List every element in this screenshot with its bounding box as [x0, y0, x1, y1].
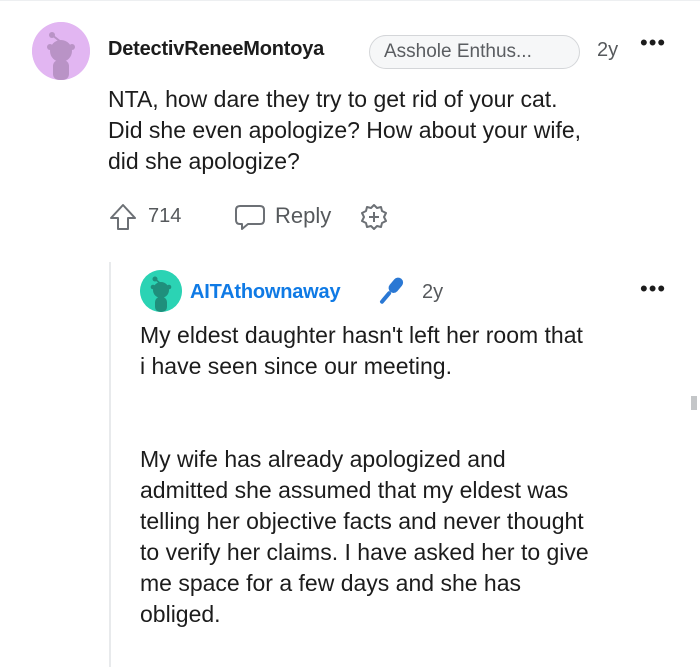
comment-body-line: Did she even apologize? How about your w… — [108, 117, 582, 143]
comment-body-line: NTA, how dare they try to get rid of you… — [108, 86, 558, 112]
reply-body-line: admitted she assumed that my eldest was — [140, 477, 569, 503]
user-flair-badge: Asshole Enthus... — [369, 35, 580, 69]
more-options-icon[interactable]: ••• — [640, 276, 666, 302]
comment-body: NTA, how dare they try to get rid of you… — [108, 84, 688, 177]
reply-body-line: i have seen since our meeting. — [140, 353, 452, 379]
reddit-snoo-avatar-icon[interactable] — [140, 270, 182, 312]
comment-author[interactable]: DetectivReneeMontoya — [108, 38, 324, 61]
upvote-arrow-icon[interactable] — [108, 202, 138, 232]
comment-age: 2y — [597, 39, 619, 61]
reply-body-line: My eldest daughter hasn't left her room … — [140, 322, 583, 348]
reply-body-line: telling her objective facts and never th… — [140, 508, 584, 534]
speech-bubble-icon[interactable] — [234, 203, 266, 231]
reply-body-line: to verify her claims. I have asked her t… — [140, 539, 589, 565]
reply-body-line: My wife has already apologized and — [140, 446, 506, 472]
comment: DetectivReneeMontoya Asshole Enthus... 2… — [0, 0, 700, 260]
reddit-snoo-avatar-icon[interactable] — [32, 22, 90, 80]
more-options-icon[interactable]: ••• — [640, 30, 666, 56]
reply-button[interactable]: Reply — [275, 203, 331, 229]
thread-line[interactable] — [109, 262, 111, 667]
scrollbar-thumb[interactable] — [691, 396, 697, 410]
award-plus-icon[interactable] — [358, 203, 390, 235]
reply-body-line: me space for a few days and she has — [140, 570, 521, 596]
comment-body-line: did she apologize? — [108, 148, 300, 174]
reply-age: 2y — [422, 281, 444, 303]
reply-body: My eldest daughter hasn't left her room … — [140, 320, 680, 630]
vote-count: 714 — [148, 205, 182, 227]
microphone-icon — [372, 272, 410, 310]
reply-author[interactable]: AITAthownaway — [190, 281, 341, 304]
reply-body-line: obliged. — [140, 601, 221, 627]
